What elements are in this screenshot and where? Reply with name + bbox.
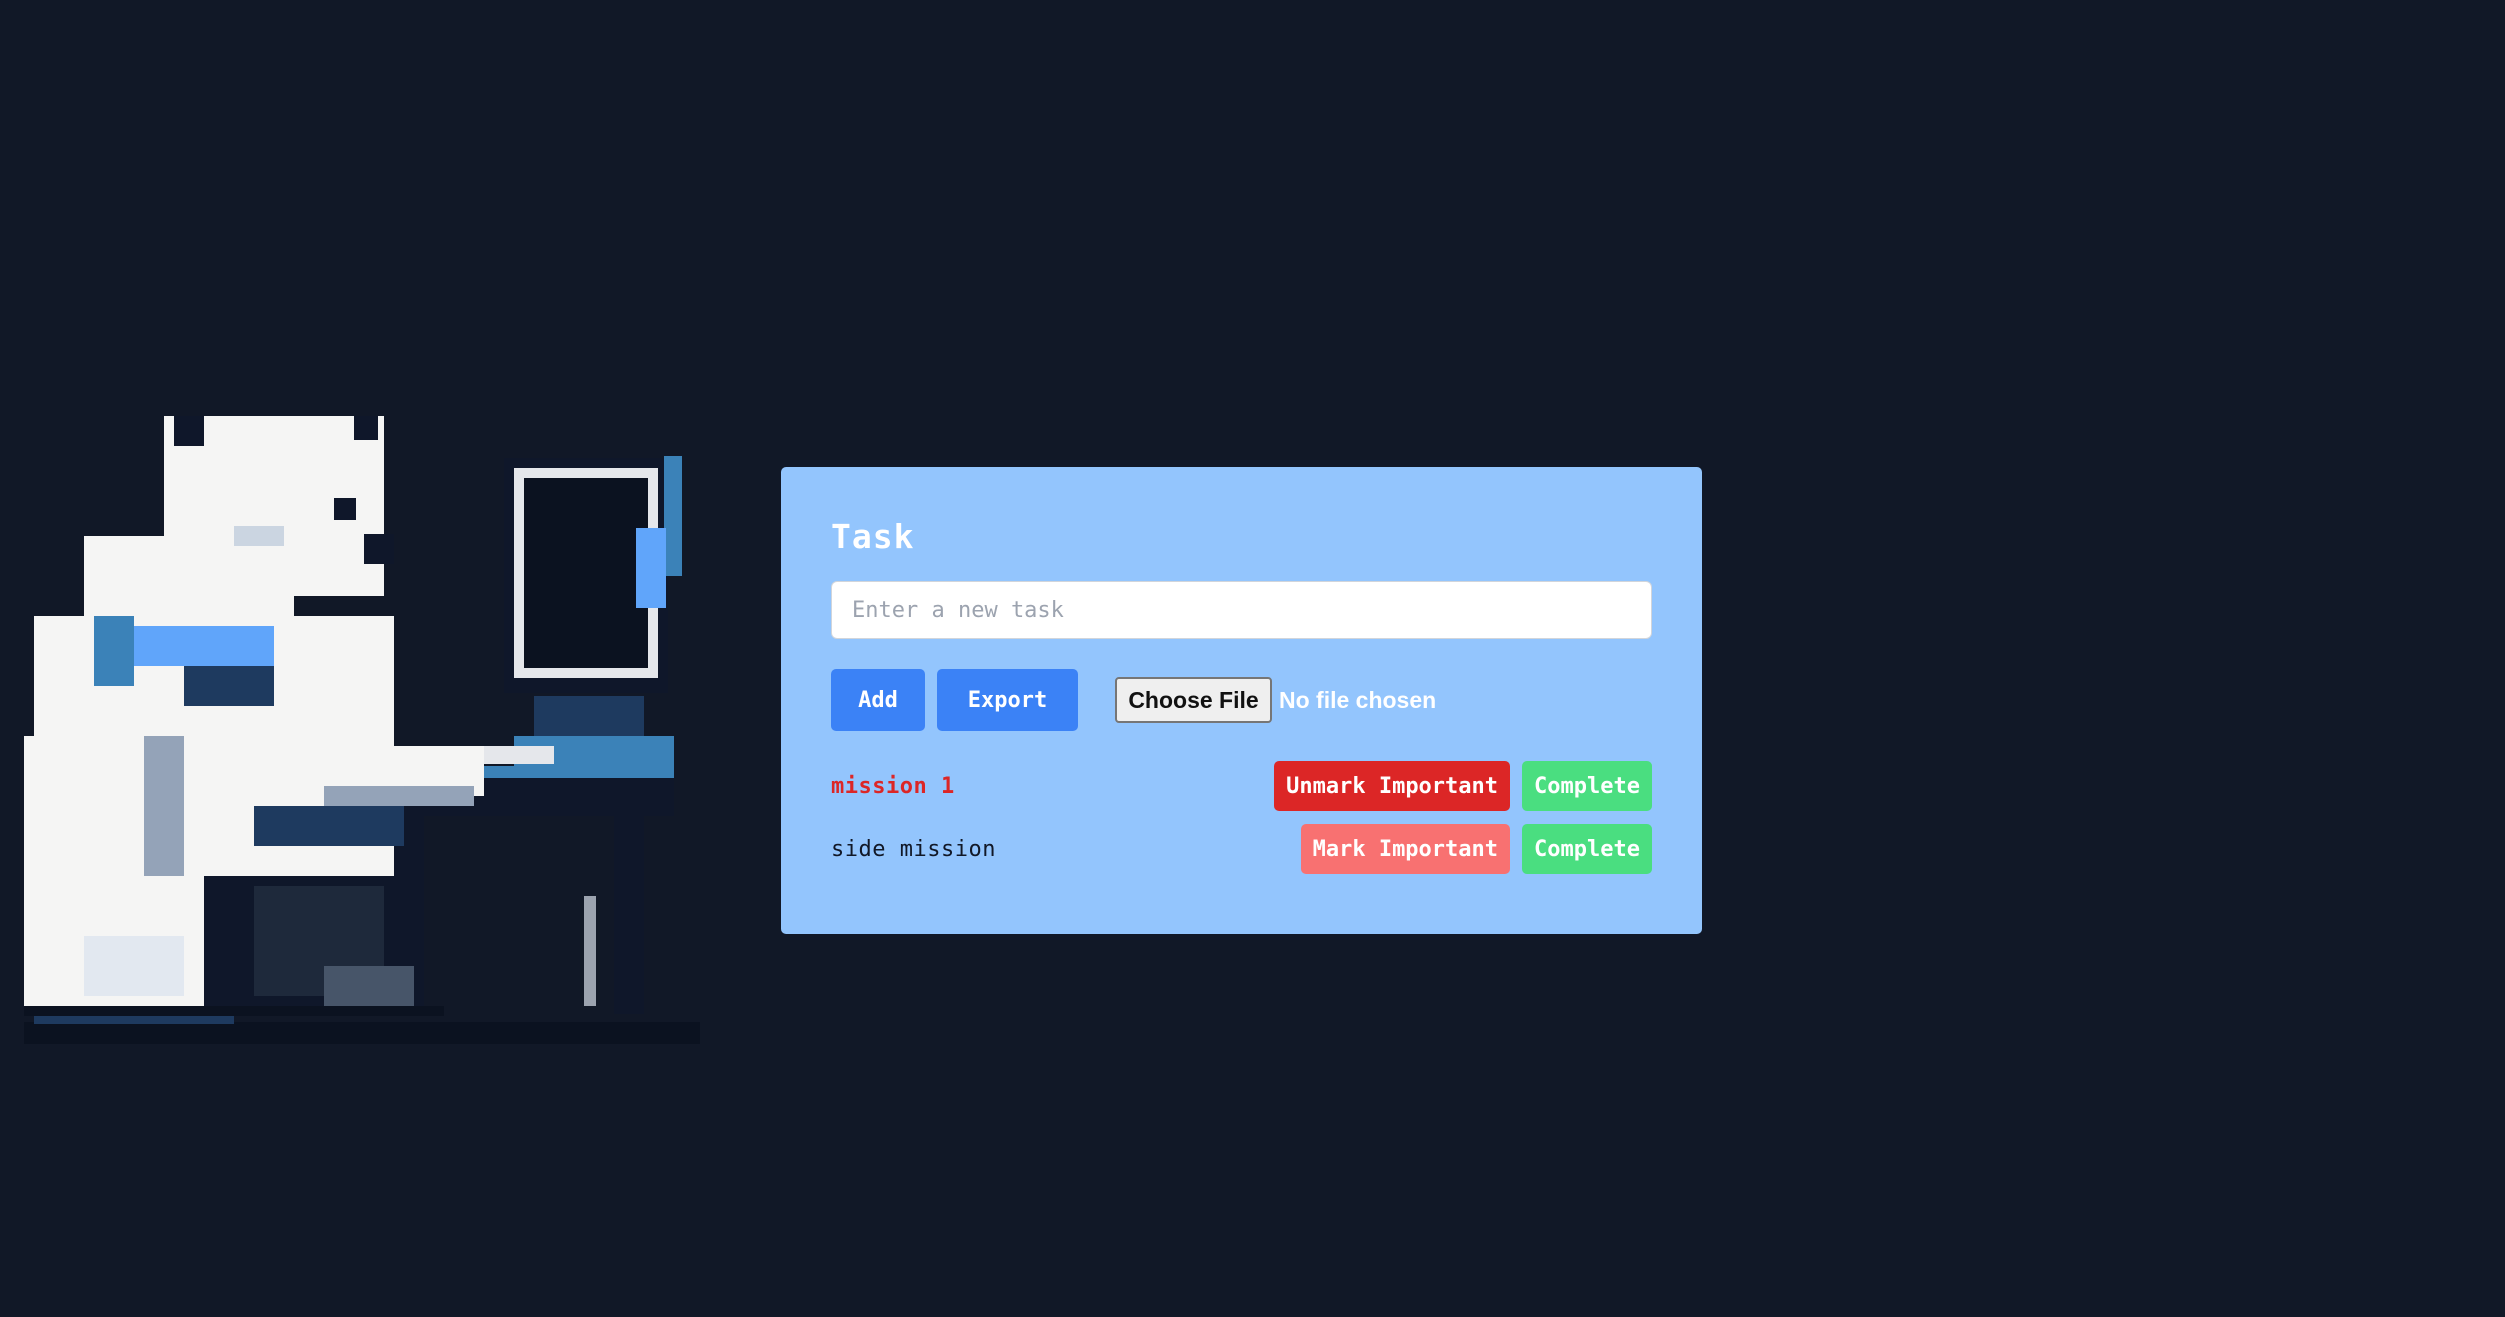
card-title: Task [831, 517, 915, 556]
complete-button[interactable]: Complete [1522, 761, 1652, 811]
polar-bear-computer-illustration [24, 416, 700, 1050]
file-status-text: No file chosen [1279, 686, 1437, 713]
task-actions: Mark Important Complete [1300, 824, 1652, 874]
task-name: side mission [831, 836, 996, 862]
unmark-important-button[interactable]: Unmark Important [1274, 761, 1511, 811]
new-task-input[interactable] [831, 581, 1652, 639]
choose-file-button[interactable]: Choose File [1115, 677, 1272, 723]
task-row: mission 1 Unmark Important Complete [831, 761, 1652, 811]
app-stage: Task Add Export Choose File No file chos… [0, 0, 2505, 1317]
task-list: mission 1 Unmark Important Complete side… [831, 761, 1652, 874]
add-button[interactable]: Add [831, 669, 925, 731]
task-controls: Add Export Choose File No file chosen [831, 669, 1652, 731]
task-row: side mission Mark Important Complete [831, 824, 1652, 874]
task-actions: Unmark Important Complete [1274, 761, 1652, 811]
mark-important-button[interactable]: Mark Important [1300, 824, 1511, 874]
polar-bear-icon [24, 416, 700, 1044]
task-card: Task Add Export Choose File No file chos… [781, 467, 1702, 934]
complete-button[interactable]: Complete [1522, 824, 1652, 874]
export-button[interactable]: Export [937, 669, 1078, 731]
import-file-picker: Choose File No file chosen [1115, 677, 1436, 723]
task-name: mission 1 [831, 773, 955, 799]
